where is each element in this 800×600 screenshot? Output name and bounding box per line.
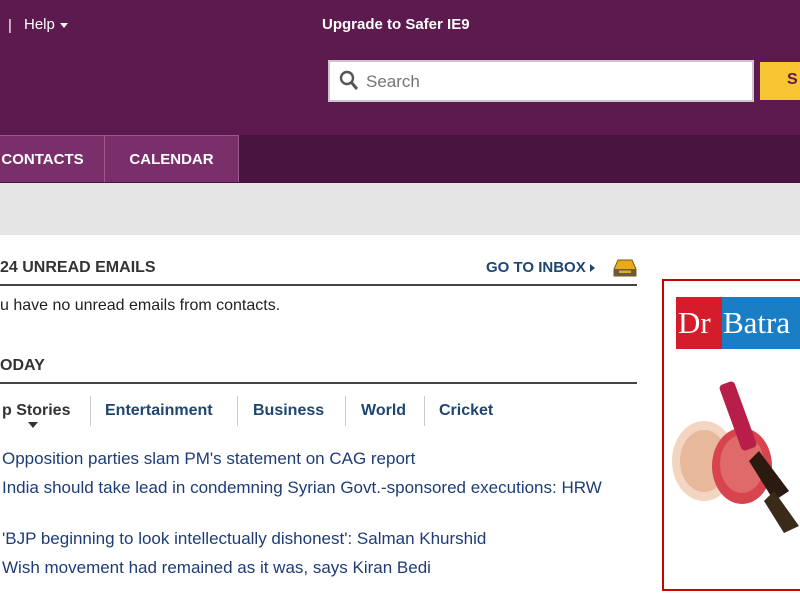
tab-cricket[interactable]: Cricket xyxy=(439,402,493,420)
tab-separator xyxy=(237,396,238,426)
tab-separator xyxy=(424,396,425,426)
unread-heading: 24 UNREAD EMAILS xyxy=(0,259,156,276)
go-to-inbox-label: GO TO INBOX xyxy=(486,259,586,276)
tab-business[interactable]: Business xyxy=(253,402,324,420)
news-story-link[interactable]: Wish movement had remained as it was, sa… xyxy=(2,557,632,578)
news-story-link[interactable]: Opposition parties slam PM's statement o… xyxy=(2,448,632,469)
ad-logo-dr: Dr xyxy=(676,297,722,349)
top-links: | Help Upgrade to Safer IE9 xyxy=(0,0,800,50)
help-label: Help xyxy=(24,16,55,33)
search-box xyxy=(328,60,754,102)
advertisement[interactable]: Dr Batra xyxy=(662,279,800,591)
news-story-link-partial[interactable] xyxy=(2,586,632,600)
news-story-link[interactable]: 'BJP beginning to look intellectually di… xyxy=(2,528,632,549)
go-to-inbox-link[interactable]: GO TO INBOX xyxy=(486,259,595,276)
tab-top-stories[interactable]: p Stories xyxy=(2,402,70,420)
tab-separator xyxy=(90,396,91,426)
help-menu[interactable]: Help xyxy=(24,16,68,33)
search-button[interactable]: S xyxy=(760,62,800,100)
divider xyxy=(0,284,637,286)
cosmetics-image xyxy=(672,381,799,533)
separator: | xyxy=(8,17,12,34)
search-input[interactable] xyxy=(364,68,748,96)
tab-calendar[interactable]: CALENDAR xyxy=(104,135,239,182)
tab-world[interactable]: World xyxy=(361,402,406,420)
divider xyxy=(0,382,637,384)
tab-contacts[interactable]: CONTACTS xyxy=(0,135,105,182)
ad-logo: Dr Batra xyxy=(676,297,800,349)
ad-logo-batra: Batra xyxy=(723,305,791,340)
tab-entertainment[interactable]: Entertainment xyxy=(105,402,213,420)
sub-nav-strip xyxy=(0,183,800,235)
news-story-link[interactable]: India should take lead in condemning Syr… xyxy=(2,477,622,498)
search-icon xyxy=(339,70,359,90)
news-heading: ODAY xyxy=(0,357,45,374)
caret-down-icon xyxy=(59,22,68,28)
tab-separator xyxy=(345,396,346,426)
no-unread-message: u have no unread emails from contacts. xyxy=(0,297,281,314)
active-tab-indicator-icon xyxy=(28,422,38,428)
arrow-right-icon xyxy=(589,264,595,273)
inbox-icon[interactable] xyxy=(613,258,637,278)
upgrade-link[interactable]: Upgrade to Safer IE9 xyxy=(322,16,470,33)
